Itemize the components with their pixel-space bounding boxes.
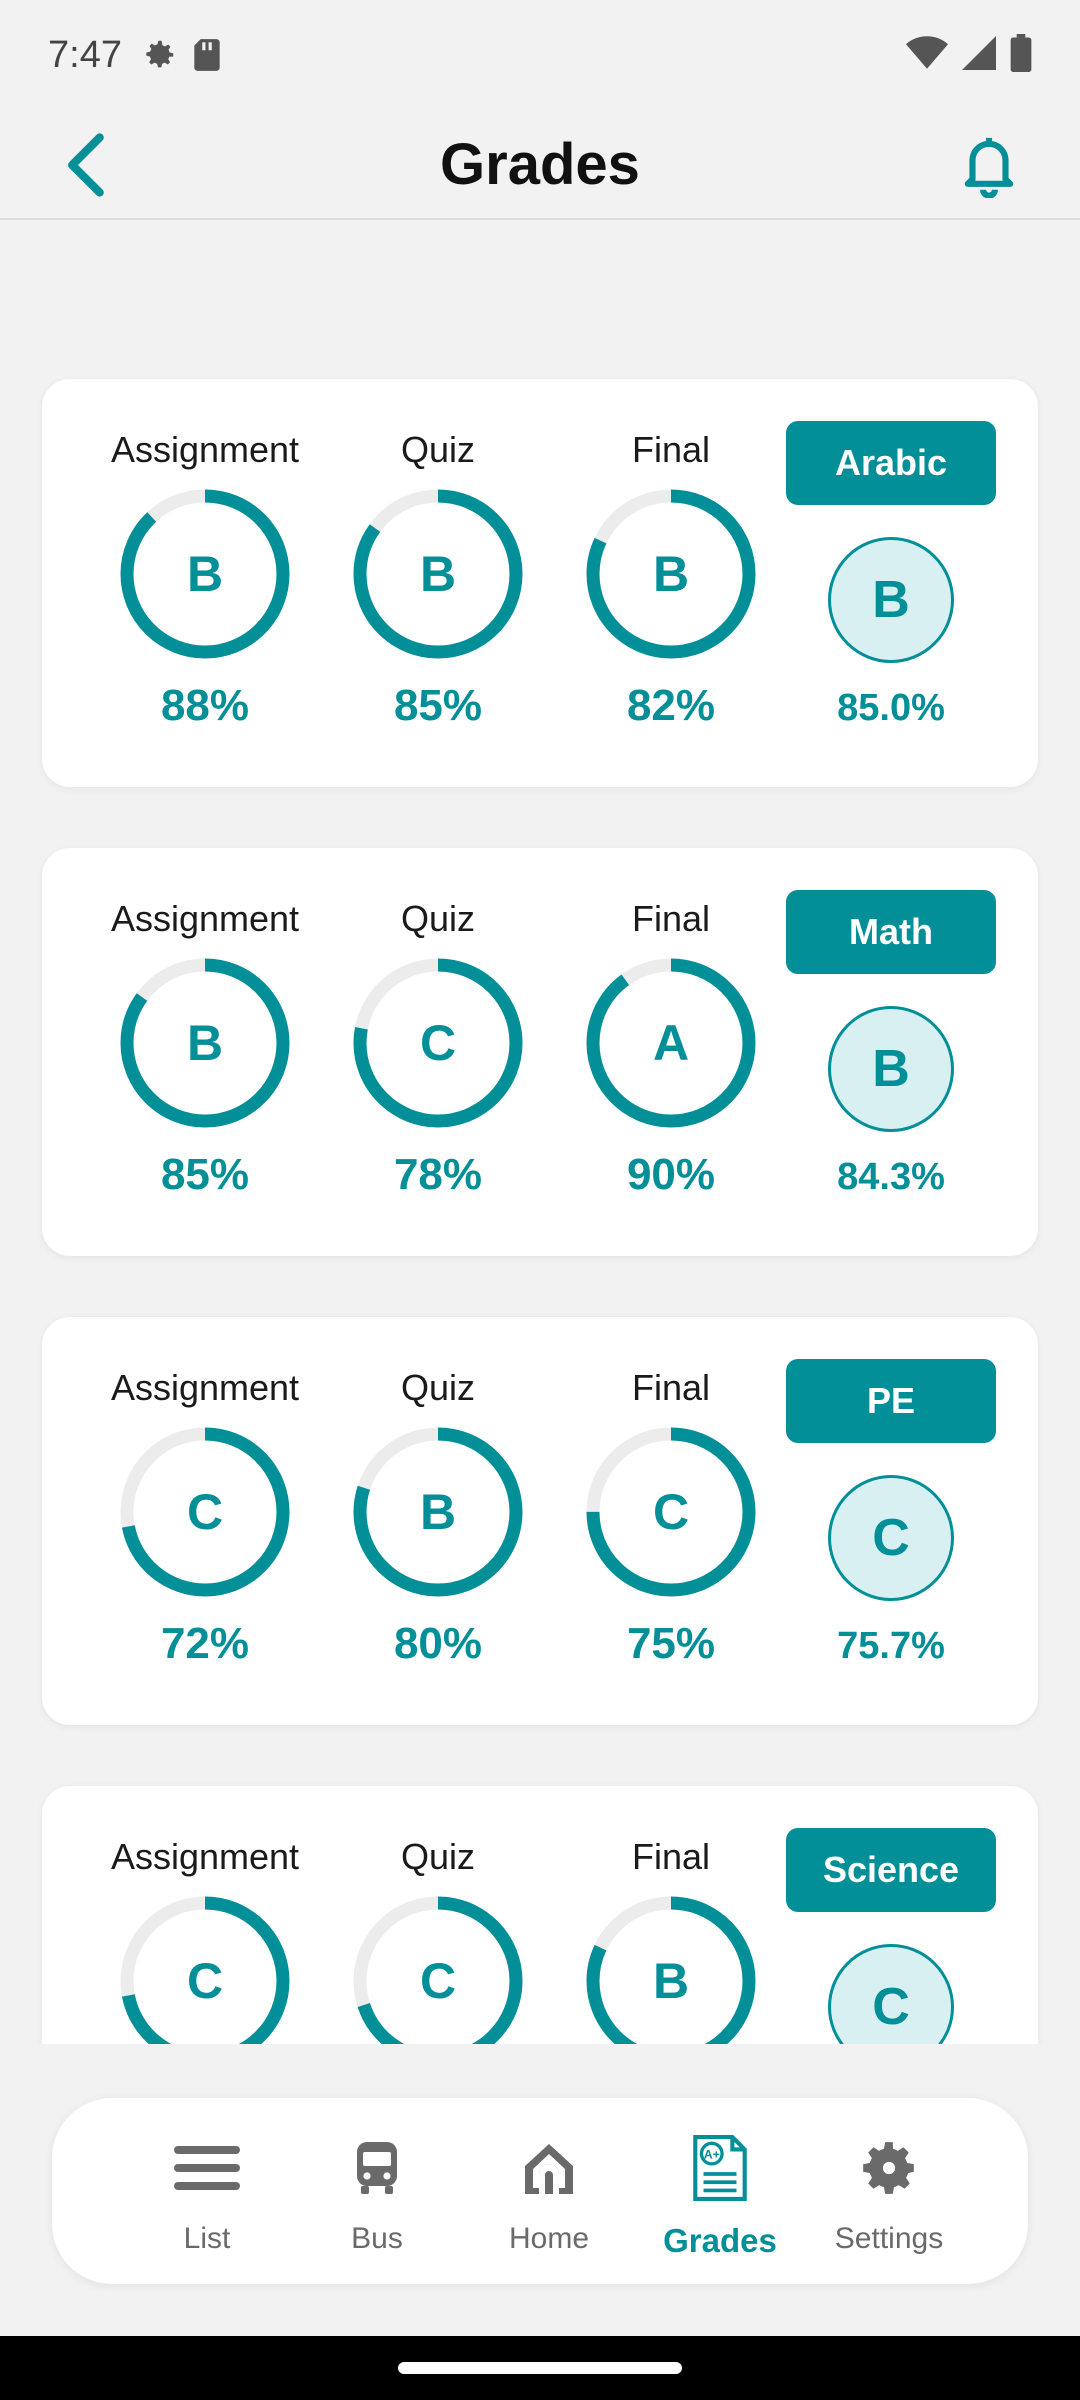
signal-icon	[962, 35, 996, 76]
assignment-progress-ring: B	[118, 956, 292, 1130]
grades-icon: A+	[693, 2135, 747, 2201]
assignment-label: Assignment	[110, 429, 300, 470]
system-gesture-bar	[0, 2336, 1080, 2400]
nav-label-grades: Grades	[663, 2222, 777, 2259]
assignment-grade-letter: B	[186, 1015, 224, 1071]
assignment-percent: 72%	[160, 1619, 250, 1668]
quiz-progress-ring: B	[351, 487, 525, 661]
quiz-percent: 85%	[393, 681, 483, 730]
bell-icon	[964, 137, 1014, 198]
home-gesture-handle[interactable]	[398, 2362, 682, 2374]
final-label: Final	[631, 898, 711, 939]
status-time: 7:47	[48, 33, 122, 76]
assignment-grade-letter: C	[186, 1953, 224, 2009]
average-percent: 75.7%	[837, 1625, 945, 1667]
assignment-percent: 88%	[160, 681, 250, 730]
final-grade-letter: B	[652, 546, 690, 602]
battery-icon	[1010, 33, 1032, 77]
nav-item-home[interactable]: Home	[464, 2098, 634, 2284]
assignment-label: Assignment	[110, 1367, 300, 1408]
quiz-progress-ring: C	[351, 956, 525, 1130]
page-title: Grades	[440, 132, 640, 197]
final-percent: 75%	[626, 1619, 716, 1668]
app-bar: Grades	[0, 110, 1080, 220]
nav-label-list: List	[183, 2222, 231, 2255]
assignment-label: Assignment	[110, 1836, 300, 1877]
quiz-grade-letter: C	[419, 1953, 457, 2009]
subject-card[interactable]: Assignment B 88% Quiz B 85% Final B 82% Arabic B 85…	[42, 379, 1038, 787]
final-progress-ring: B	[584, 1894, 758, 2044]
quiz-label: Quiz	[400, 1367, 476, 1408]
nav-item-grades[interactable]: A+ Grades	[635, 2098, 805, 2284]
quiz-grade-letter: C	[419, 1015, 457, 1071]
subject-card[interactable]: Assignment B 85% Quiz C 78% Final A 90% Math B 84.3…	[42, 848, 1038, 1256]
final-percent: 90%	[626, 1150, 716, 1199]
final-label: Final	[631, 429, 711, 470]
settings-icon	[863, 2142, 914, 2194]
final-progress-ring: A	[584, 956, 758, 1130]
subject-name-badge[interactable]: Math	[786, 890, 996, 974]
quiz-percent: 78%	[393, 1150, 483, 1199]
final-grade-letter: B	[652, 1953, 690, 2009]
status-bar: 7:47	[0, 0, 1080, 110]
final-grade-letter: C	[652, 1484, 690, 1540]
nav-label-settings: Settings	[834, 2222, 944, 2255]
assignment-progress-ring: B	[118, 487, 292, 661]
assignment-progress-ring: C	[118, 1894, 292, 2044]
settings-status-icon	[140, 36, 178, 74]
subject-card[interactable]: Assignment C Quiz C Final B Science C	[42, 1786, 1038, 2044]
final-progress-ring: B	[584, 487, 758, 661]
wifi-icon	[906, 35, 948, 76]
nav-item-list[interactable]: List	[122, 2098, 292, 2284]
nav-label-bus: Bus	[351, 2222, 403, 2255]
quiz-label: Quiz	[400, 898, 476, 939]
quiz-progress-ring: C	[351, 1894, 525, 2044]
quiz-progress-ring: B	[351, 1425, 525, 1599]
average-percent: 85.0%	[837, 687, 945, 729]
average-percent: 84.3%	[837, 1156, 945, 1198]
quiz-label: Quiz	[400, 429, 476, 470]
subject-name-badge[interactable]: PE	[786, 1359, 996, 1443]
final-grade-letter: A	[652, 1015, 690, 1071]
quiz-grade-letter: B	[419, 546, 457, 602]
subject-name-badge[interactable]: Arabic	[786, 421, 996, 505]
quiz-grade-letter: B	[419, 1484, 457, 1540]
assignment-progress-ring: C	[118, 1425, 292, 1599]
quiz-percent: 80%	[393, 1619, 483, 1668]
average-grade-circle: B	[828, 1006, 954, 1132]
assignment-grade-letter: B	[186, 546, 224, 602]
assignment-percent: 85%	[160, 1150, 250, 1199]
sd-card-icon	[190, 36, 224, 74]
svg-text:A+: A+	[704, 2148, 720, 2162]
subject-card[interactable]: Assignment C 72% Quiz B 80% Final C 75% PE C 75.7%	[42, 1317, 1038, 1725]
nav-item-settings[interactable]: Settings	[804, 2098, 974, 2284]
home-icon	[525, 2144, 573, 2194]
average-grade-circle: B	[828, 537, 954, 663]
bus-icon	[357, 2142, 397, 2194]
list-icon	[174, 2146, 240, 2190]
final-label: Final	[631, 1836, 711, 1877]
assignment-grade-letter: C	[186, 1484, 224, 1540]
bottom-navigation: List Bus Home A+ Grades Settings	[52, 2098, 1028, 2284]
notifications-button[interactable]	[960, 110, 1018, 220]
assignment-label: Assignment	[110, 898, 300, 939]
final-label: Final	[631, 1367, 711, 1408]
grades-list[interactable]: Assignment B 88% Quiz B 85% Final B 82% Arabic B 85…	[0, 222, 1080, 2044]
subject-name-badge[interactable]: Science	[786, 1828, 996, 1912]
nav-label-home: Home	[508, 2222, 590, 2255]
final-progress-ring: C	[584, 1425, 758, 1599]
average-grade-circle: C	[828, 1475, 954, 1601]
final-percent: 82%	[626, 681, 716, 730]
average-grade-circle: C	[828, 1944, 954, 2044]
nav-item-bus[interactable]: Bus	[292, 2098, 462, 2284]
quiz-label: Quiz	[400, 1836, 476, 1877]
